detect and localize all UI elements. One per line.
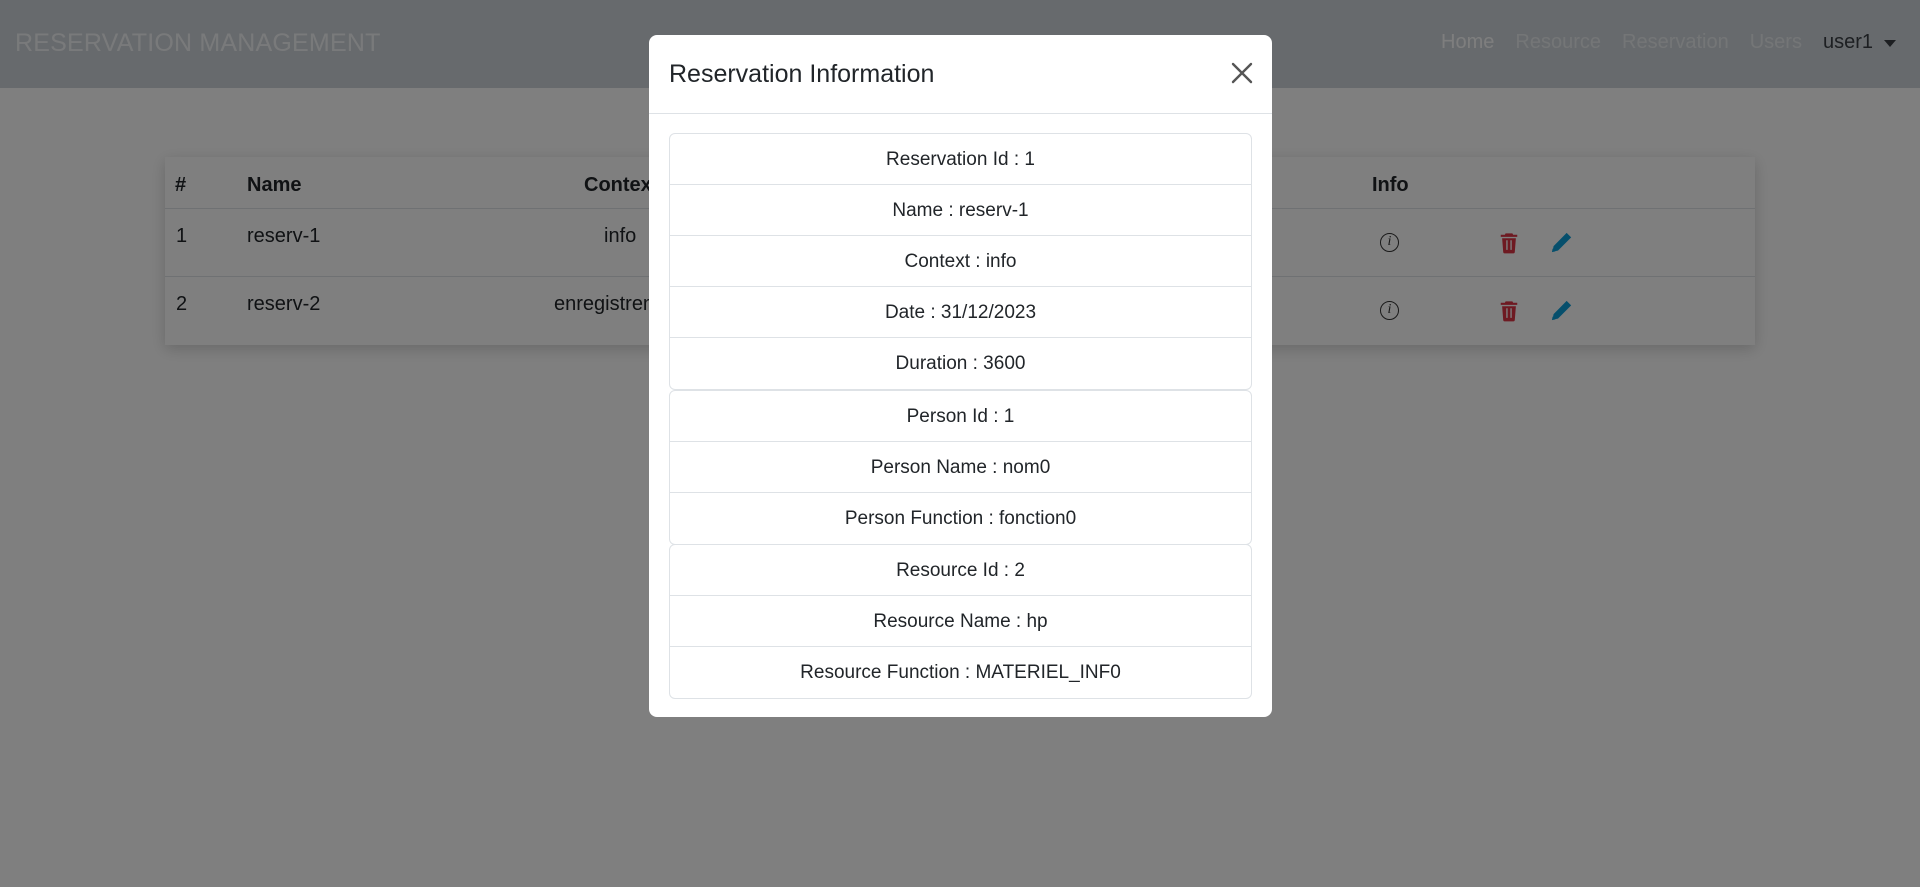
resource-details-list: Resource Id : 2 Resource Name : hp Resou… (669, 544, 1252, 699)
resource-id: Resource Id : 2 (670, 545, 1251, 596)
person-details-list: Person Id : 1 Person Name : nom0 Person … (669, 390, 1252, 545)
modal-header: Reservation Information (649, 35, 1272, 114)
resource-name: Resource Name : hp (670, 596, 1251, 647)
reservation-name: Name : reserv-1 (670, 185, 1251, 236)
person-name: Person Name : nom0 (670, 442, 1251, 493)
person-id: Person Id : 1 (670, 391, 1251, 442)
reservation-info-modal: Reservation Information Reservation Id :… (649, 35, 1272, 717)
reservation-details-list: Reservation Id : 1 Name : reserv-1 Conte… (669, 133, 1252, 390)
resource-function: Resource Function : MATERIEL_INF0 (800, 662, 1121, 683)
reservation-id: Reservation Id : 1 (670, 134, 1251, 185)
reservation-context: Context : info (670, 236, 1251, 287)
person-function: Person Function : fonction0 (844, 508, 1077, 529)
reservation-date: Date : 31/12/2023 (670, 287, 1251, 338)
close-icon[interactable] (1230, 61, 1254, 85)
reservation-duration: Duration : 3600 (895, 353, 1026, 374)
modal-title: Reservation Information (669, 60, 935, 88)
